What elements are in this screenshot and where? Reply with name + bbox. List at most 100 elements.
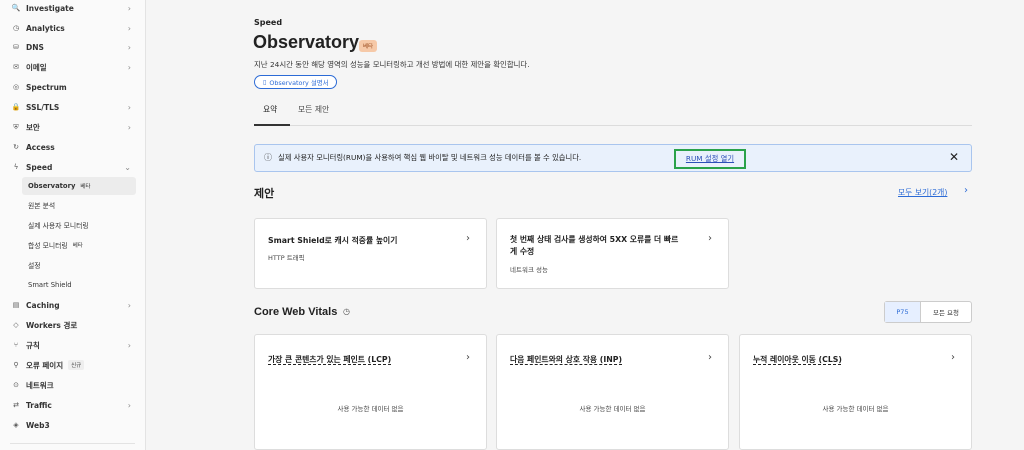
email-icon: ✉: [13, 63, 19, 71]
sidebar-item-network[interactable]: ⊙ 네트워크: [0, 375, 146, 395]
metric-card-cls[interactable]: 누적 레이아웃 이동 (CLS) › 사용 가능한 데이터 없음: [739, 334, 972, 450]
suggestions-heading: 제안: [254, 187, 275, 200]
documentation-button[interactable]: ▯ Observatory 설명서: [254, 75, 338, 89]
tab-bar: 요약 모든 제안: [254, 100, 972, 126]
web3-icon: ◈: [13, 421, 19, 429]
main-content: Speed Observatory 베타 지난 24시간 동안 해당 영역의 성…: [146, 0, 1024, 450]
no-data-text: 사용 가능한 데이터 없음: [579, 405, 646, 413]
suggestion-card-title: Smart Shield로 캐시 적중률 높이기: [268, 236, 398, 245]
info-banner: ⓘ 실제 사용자 모니터링(RUM)을 사용하여 핵심 웹 바이탈 및 네트워크…: [254, 144, 972, 172]
sidebar-item-label: Workers 경로: [26, 320, 78, 330]
sidebar-item-label: Speed: [26, 162, 53, 172]
beta-badge: 베타: [359, 40, 378, 52]
rules-icon: ⑂: [13, 341, 19, 349]
metric-card-title: 가장 큰 콘텐츠가 있는 페인트 (LCP): [268, 355, 392, 364]
sidebar-item-rules[interactable]: ⑂ 규칙 ›: [0, 335, 146, 355]
clock-icon[interactable]: ◷: [343, 307, 350, 316]
sidebar-item-access[interactable]: ↻ Access: [0, 137, 146, 157]
sidebar-subitem-settings[interactable]: 설정: [22, 256, 136, 274]
caching-icon: ▤: [12, 301, 20, 309]
banner-message: 실제 사용자 모니터링(RUM)을 사용하여 핵심 웹 바이탈 및 네트워크 성…: [278, 153, 582, 162]
sidebar-item-email[interactable]: ✉ 이메일 ›: [0, 57, 146, 77]
close-icon[interactable]: ✕: [949, 150, 959, 164]
suggestion-card[interactable]: 첫 번째 상태 검사를 생성하여 5XX 오류를 더 빠르게 수정 네트워크 성…: [496, 218, 729, 289]
sidebar-item-label: Access: [26, 142, 55, 152]
sidebar-item-workers-routes[interactable]: ◇ Workers 경로: [0, 315, 146, 335]
breadcrumb: Speed: [254, 18, 283, 27]
sidebar-item-caching[interactable]: ▤ Caching ›: [0, 295, 146, 315]
chevron-right-icon: ›: [951, 352, 955, 363]
chevron-right-icon: ›: [708, 233, 712, 244]
no-data-text: 사용 가능한 데이터 없음: [822, 405, 889, 413]
beta-badge: 베타: [80, 184, 91, 190]
sidebar-item-label: Investigate: [26, 3, 74, 13]
chevron-right-icon: ›: [127, 300, 131, 310]
sidebar-subitem-label: 실제 사용자 모니터링: [28, 222, 89, 230]
workers-icon: ◇: [13, 321, 19, 329]
sidebar-item-dns[interactable]: ⛁ DNS ›: [0, 37, 146, 57]
shield-icon: ⛨: [13, 122, 19, 131]
network-icon: ⊙: [13, 381, 19, 389]
metric-card-inp[interactable]: 다음 페인트와의 상호 작용 (INP) › 사용 가능한 데이터 없음: [496, 334, 729, 450]
access-icon: ↻: [13, 143, 19, 151]
sidebar-item-security[interactable]: ⛨ 보안 ›: [0, 117, 146, 137]
sidebar-subitem-observatory[interactable]: Observatory 베타: [22, 177, 136, 195]
sidebar-item-spectrum[interactable]: ◎ Spectrum: [0, 77, 146, 97]
metric-card-title: 다음 페인트와의 상호 작용 (INP): [510, 355, 623, 364]
analytics-icon: ◷: [12, 24, 20, 32]
sidebar-item-web3[interactable]: ◈ Web3: [0, 415, 146, 435]
lock-icon: 🔒: [11, 103, 21, 111]
tab-summary[interactable]: 요약: [263, 104, 277, 115]
percentile-toggle: P75 모든 요청: [884, 301, 972, 323]
chevron-right-icon[interactable]: ›: [964, 185, 968, 196]
sidebar-item-label: Caching: [26, 300, 60, 310]
sidebar-item-ssl-tls[interactable]: 🔒 SSL/TLS ›: [0, 97, 146, 117]
chevron-right-icon: ›: [127, 400, 131, 410]
sidebar-subitem-rum[interactable]: 실제 사용자 모니터링: [22, 216, 136, 234]
beta-badge: 베타: [72, 243, 83, 249]
dns-icon: ⛁: [13, 43, 19, 51]
new-badge: 신규: [68, 360, 85, 370]
book-icon: ▯: [263, 78, 267, 86]
suggestion-card-title: 첫 번째 상태 검사를 생성하여 5XX 오류를 더 빠르게 수정: [510, 235, 679, 256]
see-all-link[interactable]: 모두 보기(2개): [898, 187, 947, 198]
chevron-right-icon: ›: [127, 340, 131, 350]
sidebar-subitem-synthetic[interactable]: 합성 모니터링 베타: [22, 236, 136, 254]
page-title: Observatory: [253, 32, 360, 52]
sidebar-item-label: 네트워크: [26, 380, 54, 390]
sidebar-subitem-label: 합성 모니터링: [28, 242, 68, 250]
sidebar-item-label: 이메일: [26, 62, 47, 72]
tab-all-suggestions[interactable]: 모든 제안: [298, 104, 329, 115]
sidebar-subitem-origin-analysis[interactable]: 원본 분석: [22, 196, 136, 214]
suggestion-card[interactable]: Smart Shield로 캐시 적중률 높이기 HTTP 트래픽 ›: [254, 218, 487, 289]
core-web-vitals-heading: Core Web Vitals: [254, 306, 338, 318]
chevron-right-icon: ›: [127, 3, 131, 13]
chevron-right-icon: ›: [466, 233, 470, 244]
chevron-right-icon: ›: [466, 352, 470, 363]
sidebar-subitem-smart-shield[interactable]: Smart Shield: [22, 276, 136, 294]
rum-setup-link[interactable]: RUM 설정 열기: [674, 149, 746, 169]
sidebar-item-traffic[interactable]: ⇄ Traffic ›: [0, 395, 146, 415]
documentation-button-label: Observatory 설명서: [269, 78, 329, 87]
toggle-p75[interactable]: P75: [885, 302, 921, 322]
lightning-icon: ϟ: [13, 163, 19, 171]
sidebar-item-label: SSL/TLS: [26, 102, 60, 112]
sidebar-subitem-label: Smart Shield: [28, 281, 72, 289]
info-icon: ⓘ: [264, 153, 272, 162]
no-data-text: 사용 가능한 데이터 없음: [337, 405, 404, 413]
sidebar-item-error-pages[interactable]: ⚲ 오류 페이지 신규: [0, 355, 146, 375]
sidebar-divider: [10, 443, 135, 444]
sidebar-item-label: Traffic: [26, 400, 52, 410]
suggestion-card-subtitle: HTTP 트래픽: [268, 254, 305, 262]
sidebar-item-analytics[interactable]: ◷ Analytics ›: [0, 18, 146, 38]
metric-card-lcp[interactable]: 가장 큰 콘텐츠가 있는 페인트 (LCP) › 사용 가능한 데이터 없음: [254, 334, 487, 450]
sidebar-item-label: 규칙: [26, 340, 40, 350]
chevron-right-icon: ›: [127, 102, 131, 112]
chevron-right-icon: ›: [127, 122, 131, 132]
sidebar-item-speed[interactable]: ϟ Speed ⌄: [0, 157, 146, 177]
sidebar-item-investigate[interactable]: 🔍 Investigate ›: [0, 0, 146, 18]
chevron-right-icon: ›: [127, 62, 131, 72]
chevron-right-icon: ›: [127, 23, 131, 33]
investigate-icon: 🔍: [11, 4, 21, 12]
toggle-all-requests[interactable]: 모든 요청: [921, 302, 971, 322]
